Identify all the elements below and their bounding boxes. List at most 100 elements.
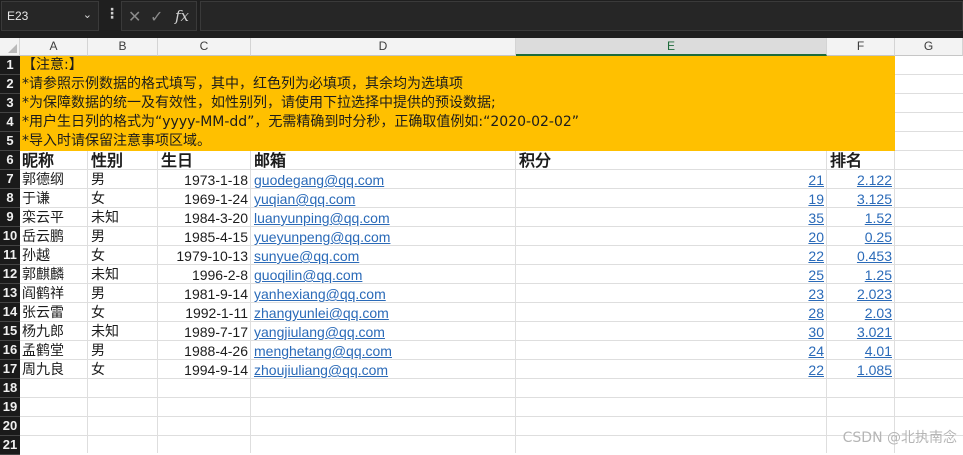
cell-gender[interactable]: 男 bbox=[91, 284, 157, 303]
select-all-corner[interactable] bbox=[0, 38, 20, 56]
cell-gender[interactable]: 女 bbox=[91, 246, 157, 265]
row-header[interactable]: 15 bbox=[0, 322, 20, 341]
cell-gender[interactable]: 未知 bbox=[91, 208, 157, 227]
cell-birthday[interactable]: 1985-4-15 bbox=[158, 227, 251, 246]
cell-gender[interactable]: 男 bbox=[91, 341, 157, 360]
enter-check-icon[interactable]: ✓ bbox=[150, 7, 163, 26]
cell-points[interactable]: 22 bbox=[516, 246, 827, 265]
cell-points[interactable]: 21 bbox=[516, 170, 827, 189]
cell-nickname[interactable]: 周九良 bbox=[22, 360, 88, 379]
row-header[interactable]: 17 bbox=[0, 360, 20, 379]
cell-rank[interactable]: 1.085 bbox=[827, 360, 895, 379]
cell-points[interactable]: 23 bbox=[516, 284, 827, 303]
insert-function-icon[interactable]: fx bbox=[175, 7, 189, 25]
column-header-f[interactable]: F bbox=[827, 38, 895, 56]
row-header[interactable]: 13 bbox=[0, 284, 20, 303]
cell-points[interactable]: 28 bbox=[516, 303, 827, 322]
row-header[interactable]: 2 bbox=[0, 75, 20, 94]
cell-birthday[interactable]: 1969-1-24 bbox=[158, 189, 251, 208]
cell-email-link[interactable]: yuqian@qq.com bbox=[254, 189, 514, 208]
cell-email-link[interactable]: zhangyunlei@qq.com bbox=[254, 303, 514, 322]
header-gender[interactable]: 性别 bbox=[91, 151, 157, 170]
cell-nickname[interactable]: 栾云平 bbox=[22, 208, 88, 227]
row-header[interactable]: 10 bbox=[0, 227, 20, 246]
cell-email-link[interactable]: yangjiulang@qq.com bbox=[254, 322, 514, 341]
row-header[interactable]: 6 bbox=[0, 151, 20, 170]
cell-nickname[interactable]: 于谦 bbox=[22, 189, 88, 208]
cell-nickname[interactable]: 孟鹤堂 bbox=[22, 341, 88, 360]
cell-gender[interactable]: 男 bbox=[91, 170, 157, 189]
cell-rank[interactable]: 1.52 bbox=[827, 208, 895, 227]
cell-rank[interactable]: 2.03 bbox=[827, 303, 895, 322]
cell-nickname[interactable]: 杨九郎 bbox=[22, 322, 88, 341]
column-header-e[interactable]: E bbox=[516, 38, 827, 56]
row-header[interactable]: 21 bbox=[0, 436, 20, 455]
cell-birthday[interactable]: 1989-7-17 bbox=[158, 322, 251, 341]
formula-input[interactable] bbox=[200, 1, 963, 31]
row-header[interactable]: 18 bbox=[0, 379, 20, 398]
notice-block[interactable]: 【注意:】 *请参照示例数据的格式填写，其中，红色列为必填项，其余均为选填项 *… bbox=[20, 56, 895, 151]
row-header[interactable]: 1 bbox=[0, 56, 20, 75]
column-header-b[interactable]: B bbox=[88, 38, 158, 56]
cell-email-link[interactable]: zhoujiuliang@qq.com bbox=[254, 360, 514, 379]
header-rank[interactable]: 排名 bbox=[830, 151, 894, 170]
row-header[interactable]: 4 bbox=[0, 113, 20, 132]
cell-birthday[interactable]: 1981-9-14 bbox=[158, 284, 251, 303]
cell-email-link[interactable]: sunyue@qq.com bbox=[254, 246, 514, 265]
cell-points[interactable]: 25 bbox=[516, 265, 827, 284]
cell-nickname[interactable]: 孙越 bbox=[22, 246, 88, 265]
cell-email-link[interactable]: yanhexiang@qq.com bbox=[254, 284, 514, 303]
name-box[interactable]: E23 ⌄ bbox=[1, 1, 99, 31]
row-header[interactable]: 11 bbox=[0, 246, 20, 265]
cell-rank[interactable]: 2.122 bbox=[827, 170, 895, 189]
column-header-d[interactable]: D bbox=[251, 38, 516, 56]
cell-points[interactable]: 30 bbox=[516, 322, 827, 341]
cell-birthday[interactable]: 1992-1-11 bbox=[158, 303, 251, 322]
cell-email-link[interactable]: guoqilin@qq.com bbox=[254, 265, 514, 284]
cell-nickname[interactable]: 郭德纲 bbox=[22, 170, 88, 189]
cell-rank[interactable]: 0.25 bbox=[827, 227, 895, 246]
header-email[interactable]: 邮箱 bbox=[254, 151, 514, 170]
cell-nickname[interactable]: 阎鹤祥 bbox=[22, 284, 88, 303]
cell-email-link[interactable]: menghetang@qq.com bbox=[254, 341, 514, 360]
row-header[interactable]: 8 bbox=[0, 189, 20, 208]
cell-gender[interactable]: 未知 bbox=[91, 265, 157, 284]
header-points[interactable]: 积分 bbox=[519, 151, 825, 170]
row-header[interactable]: 16 bbox=[0, 341, 20, 360]
cell-birthday[interactable]: 1994-9-14 bbox=[158, 360, 251, 379]
column-header-g[interactable]: G bbox=[895, 38, 963, 56]
chevron-down-icon[interactable]: ⌄ bbox=[83, 8, 92, 21]
column-header-a[interactable]: A bbox=[20, 38, 88, 56]
cell-email-link[interactable]: luanyunping@qq.com bbox=[254, 208, 514, 227]
row-header[interactable]: 7 bbox=[0, 170, 20, 189]
cell-rank[interactable]: 4.01 bbox=[827, 341, 895, 360]
cell-gender[interactable]: 女 bbox=[91, 360, 157, 379]
row-header[interactable]: 5 bbox=[0, 132, 20, 151]
cell-points[interactable]: 24 bbox=[516, 341, 827, 360]
cell-birthday[interactable]: 1984-3-20 bbox=[158, 208, 251, 227]
cell-gender[interactable]: 男 bbox=[91, 227, 157, 246]
row-header[interactable]: 20 bbox=[0, 417, 20, 436]
more-options-icon[interactable]: ⋮ bbox=[105, 6, 119, 22]
column-header-c[interactable]: C bbox=[158, 38, 251, 56]
row-header[interactable]: 3 bbox=[0, 94, 20, 113]
row-header[interactable]: 19 bbox=[0, 398, 20, 417]
row-header[interactable]: 9 bbox=[0, 208, 20, 227]
cell-points[interactable]: 20 bbox=[516, 227, 827, 246]
header-birthday[interactable]: 生日 bbox=[161, 151, 250, 170]
header-nickname[interactable]: 昵称 bbox=[22, 151, 88, 170]
cell-rank[interactable]: 2.023 bbox=[827, 284, 895, 303]
cell-points[interactable]: 19 bbox=[516, 189, 827, 208]
cell-email-link[interactable]: yueyunpeng@qq.com bbox=[254, 227, 514, 246]
cell-rank[interactable]: 3.021 bbox=[827, 322, 895, 341]
cell-email-link[interactable]: guodegang@qq.com bbox=[254, 170, 514, 189]
cell-gender[interactable]: 未知 bbox=[91, 322, 157, 341]
cell-nickname[interactable]: 岳云鹏 bbox=[22, 227, 88, 246]
cell-gender[interactable]: 女 bbox=[91, 189, 157, 208]
cancel-icon[interactable]: ✕ bbox=[128, 7, 141, 26]
cell-rank[interactable]: 3.125 bbox=[827, 189, 895, 208]
cell-nickname[interactable]: 郭麒麟 bbox=[22, 265, 88, 284]
cell-birthday[interactable]: 1973-1-18 bbox=[158, 170, 251, 189]
cell-birthday[interactable]: 1996-2-8 bbox=[158, 265, 251, 284]
cell-nickname[interactable]: 张云雷 bbox=[22, 303, 88, 322]
